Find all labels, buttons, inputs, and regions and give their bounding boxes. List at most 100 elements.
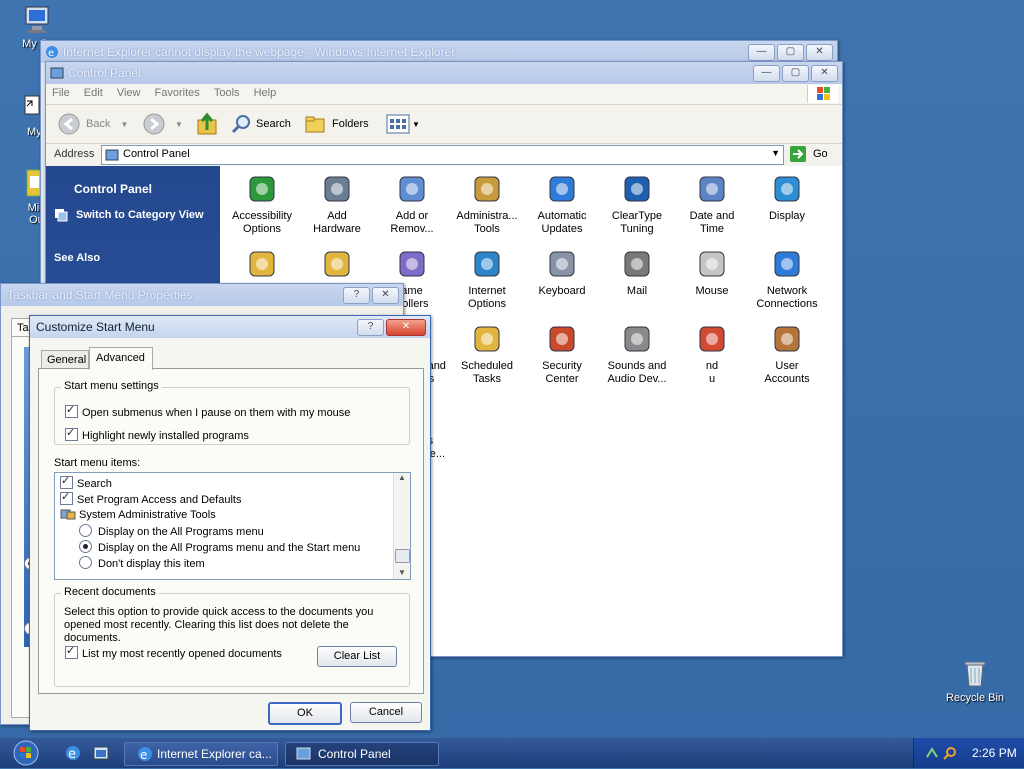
security-center-icon xyxy=(545,322,579,356)
open-submenus-option[interactable]: Open submenus when I pause on them with … xyxy=(65,403,350,419)
taskbar-button-control-panel[interactable]: Control Panel xyxy=(285,742,439,766)
cp-item-accessibility[interactable]: Accessibility Options xyxy=(224,172,300,236)
cp-item-label: Internet xyxy=(468,285,506,297)
help-button[interactable]: ? xyxy=(357,319,384,336)
ok-button[interactable]: OK xyxy=(268,702,342,725)
cp-item-display[interactable]: Display xyxy=(749,172,825,223)
back-button[interactable]: Back ▼ xyxy=(58,113,128,135)
radio-button[interactable] xyxy=(79,556,92,569)
cp-item-internet-options[interactable]: Internet Options xyxy=(449,247,525,311)
cleartype-icon xyxy=(620,172,654,206)
cp-item-folder-options[interactable] xyxy=(224,247,300,285)
cp-item-label: Options xyxy=(243,223,281,235)
checkbox[interactable] xyxy=(65,403,78,418)
folders-button[interactable]: Folders xyxy=(304,113,369,135)
cp-item-add-remove-programs[interactable]: Add or Remov... xyxy=(374,172,450,236)
radio-button[interactable] xyxy=(79,524,92,537)
cp-item-taskbar-start-menu[interactable]: nd u xyxy=(674,322,750,386)
network-tray-icon[interactable] xyxy=(924,745,940,761)
quicklaunch-ie[interactable]: e xyxy=(64,744,82,765)
cp-item-cleartype[interactable]: ClearType Tuning xyxy=(599,172,675,236)
close-button[interactable]: ✕ xyxy=(811,65,838,82)
back-dropdown-icon[interactable]: ▼ xyxy=(120,120,128,129)
search-button[interactable]: Search xyxy=(230,113,291,135)
menu-favorites[interactable]: Favorites xyxy=(149,84,205,99)
start-button[interactable] xyxy=(8,740,44,766)
checkbox[interactable] xyxy=(60,490,73,505)
ie-titlebar[interactable]: e Internet Explorer cannot display the w… xyxy=(41,41,837,63)
cp-item-fonts[interactable] xyxy=(299,247,375,285)
radio-dont-display[interactable]: Don't display this item xyxy=(79,556,205,570)
menu-file[interactable]: File xyxy=(46,84,75,99)
checkbox[interactable] xyxy=(65,644,78,659)
cp-item-date-time[interactable]: Date and Time xyxy=(674,172,750,236)
start-menu-items-list[interactable]: Search Set Program Access and Defaults S… xyxy=(54,472,411,580)
taskbar-properties-titlebar[interactable]: Taskbar and Start Menu Properties ? ✕ xyxy=(1,284,403,306)
up-folder-button[interactable] xyxy=(196,112,218,139)
address-dropdown-icon[interactable]: ▼ xyxy=(771,148,780,158)
forward-button[interactable]: ▼ xyxy=(143,113,183,135)
minimize-button[interactable]: — xyxy=(753,65,780,82)
checkbox[interactable] xyxy=(65,426,78,441)
views-button[interactable]: ▼ xyxy=(386,114,420,134)
close-button[interactable]: ✕ xyxy=(386,319,426,336)
scroll-thumb[interactable] xyxy=(395,549,410,563)
cp-item-mail[interactable]: Mail xyxy=(599,247,675,298)
menu-help[interactable]: Help xyxy=(248,84,282,99)
menu-tools[interactable]: Tools xyxy=(208,84,245,99)
cp-item-administrative-tools[interactable]: Administra... Tools xyxy=(449,172,525,236)
radio-all-programs-and-start[interactable]: Display on the All Programs menu and the… xyxy=(79,540,360,554)
menu-view[interactable]: View xyxy=(111,84,146,99)
customize-start-menu-dialog[interactable]: Customize Start Menu ? ✕ General Advance… xyxy=(29,315,431,731)
menu-edit[interactable]: Edit xyxy=(78,84,108,99)
clock[interactable]: 2:26 PM xyxy=(972,746,1017,760)
clear-list-button[interactable]: Clear List xyxy=(317,646,397,667)
scroll-down-icon[interactable]: ▼ xyxy=(394,568,410,577)
maximize-button[interactable]: ▢ xyxy=(777,44,804,61)
cp-item-network-connections[interactable]: Network Connections xyxy=(749,247,825,311)
control-panel-titlebar[interactable]: Control Panel — ▢ ✕ xyxy=(46,62,842,84)
switch-category-view-link[interactable]: Switch to Category View xyxy=(54,208,204,222)
cp-item-sounds-audio[interactable]: Sounds and Audio Dev... xyxy=(599,322,675,386)
cancel-button[interactable]: Cancel xyxy=(350,702,422,723)
address-field[interactable]: Control Panel ▼ xyxy=(101,145,784,165)
cp-item-user-accounts[interactable]: User Accounts xyxy=(749,322,825,386)
customize-titlebar[interactable]: Customize Start Menu ? ✕ xyxy=(30,316,430,338)
go-arrow-icon xyxy=(790,146,806,162)
search-tray-icon[interactable] xyxy=(942,745,958,761)
desktop-icon-recycle-bin[interactable]: Recycle Bin xyxy=(940,658,1010,704)
list-recent-docs-option[interactable]: List my most recently opened documents xyxy=(65,644,282,660)
quicklaunch-show-desktop[interactable] xyxy=(92,744,110,765)
tab-general[interactable]: General xyxy=(41,350,89,369)
cp-item-add-hardware[interactable]: Add Hardware xyxy=(299,172,375,236)
maximize-button[interactable]: ▢ xyxy=(782,65,809,82)
cp-item-automatic-updates[interactable]: Automatic Updates xyxy=(524,172,600,236)
cp-item-label: Automatic xyxy=(537,210,587,222)
help-button[interactable]: ? xyxy=(343,287,370,304)
list-item-program-access[interactable]: Set Program Access and Defaults xyxy=(60,490,241,506)
radio-button[interactable] xyxy=(79,540,92,553)
cp-item-mouse[interactable]: Mouse xyxy=(674,247,750,298)
cp-item-security-center[interactable]: Security Center xyxy=(524,322,600,386)
radio-all-programs[interactable]: Display on the All Programs menu xyxy=(79,524,264,538)
taskbar-button-ie[interactable]: e Internet Explorer ca... xyxy=(124,742,278,766)
forward-dropdown-icon[interactable]: ▼ xyxy=(175,120,183,129)
cp-item-keyboard[interactable]: Keyboard xyxy=(524,247,600,298)
checkbox[interactable] xyxy=(60,474,73,489)
cp-item-label: Accounts xyxy=(764,373,810,385)
highlight-programs-option[interactable]: Highlight newly installed programs xyxy=(65,426,249,442)
close-button[interactable]: ✕ xyxy=(372,287,399,304)
cp-item-label: nd xyxy=(705,360,719,372)
taskbar-properties-title: Taskbar and Start Menu Properties xyxy=(7,288,193,302)
go-button[interactable]: Go xyxy=(789,145,828,163)
list-item-search[interactable]: Search xyxy=(60,474,112,490)
scroll-up-icon[interactable]: ▲ xyxy=(394,473,410,482)
sidebar-title: Control Panel xyxy=(74,182,153,196)
cp-item-scheduled-tasks[interactable]: Scheduled Tasks xyxy=(449,322,525,386)
svg-text:e: e xyxy=(48,48,54,59)
cp-item-label: Tasks xyxy=(472,373,502,385)
list-scrollbar[interactable]: ▲ ▼ xyxy=(393,473,410,579)
close-button[interactable]: ✕ xyxy=(806,44,833,61)
tab-advanced[interactable]: Advanced xyxy=(89,347,153,370)
minimize-button[interactable]: — xyxy=(748,44,775,61)
